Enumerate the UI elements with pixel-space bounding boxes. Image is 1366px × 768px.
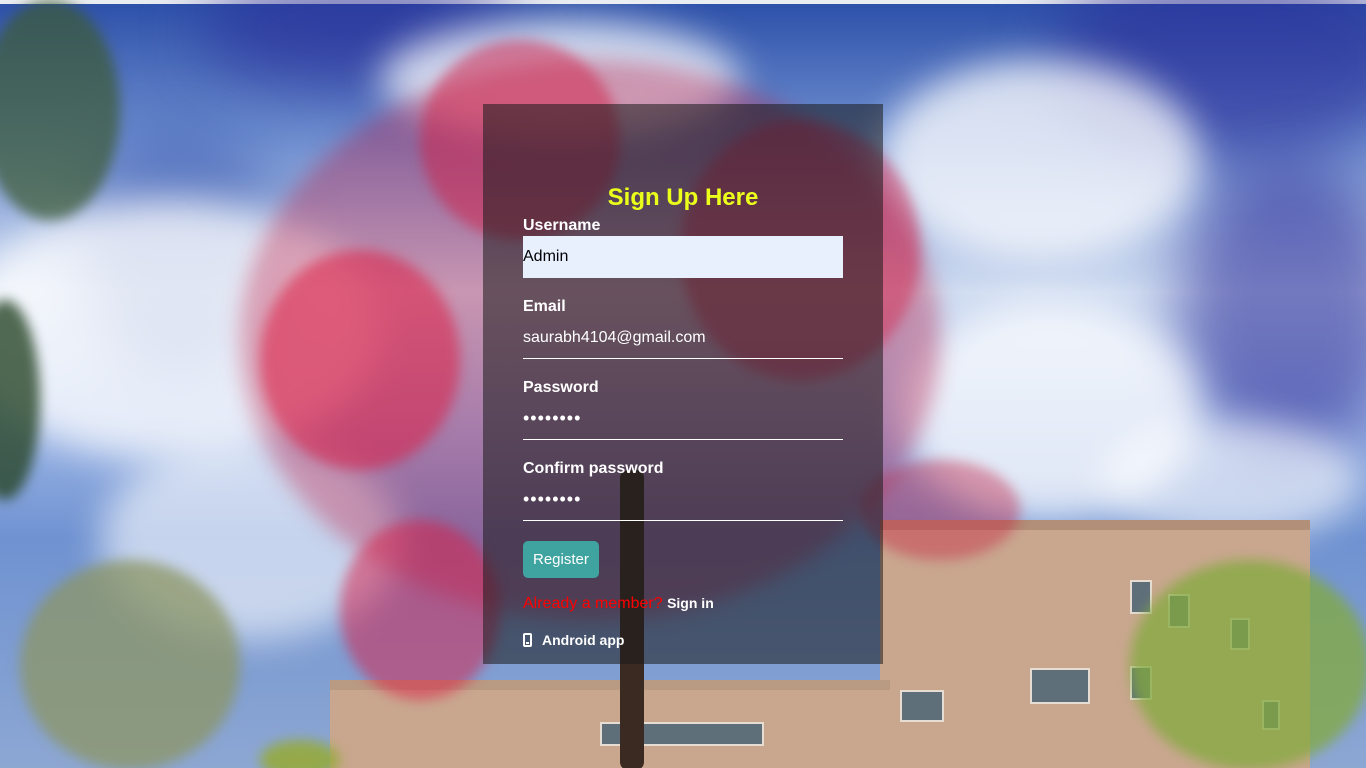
register-button[interactable]: Register [523, 541, 599, 578]
password-input[interactable] [523, 398, 843, 440]
email-input[interactable] [523, 317, 843, 359]
email-label: Email [523, 298, 566, 315]
form-title: Sign Up Here [607, 184, 759, 211]
already-member-row: Already a member? Sign in [523, 593, 843, 614]
sign-in-link[interactable]: Sign in [667, 595, 714, 611]
username-group: Username [523, 216, 843, 278]
email-group: Email [523, 297, 843, 359]
already-member-text: Already a member? [523, 595, 663, 612]
confirm-password-input[interactable] [523, 479, 843, 521]
confirm-password-label: Confirm password [523, 460, 664, 477]
mobile-phone-icon [523, 633, 532, 647]
password-label: Password [523, 379, 599, 396]
android-app-label: Android app [542, 632, 625, 648]
android-app-link[interactable]: Android app [523, 632, 843, 648]
username-input[interactable] [523, 236, 843, 278]
username-label: Username [523, 217, 601, 234]
confirm-password-group: Confirm password [523, 459, 843, 521]
signup-panel: Sign Up Here Username Email Password Con… [483, 104, 883, 664]
password-group: Password [523, 378, 843, 440]
